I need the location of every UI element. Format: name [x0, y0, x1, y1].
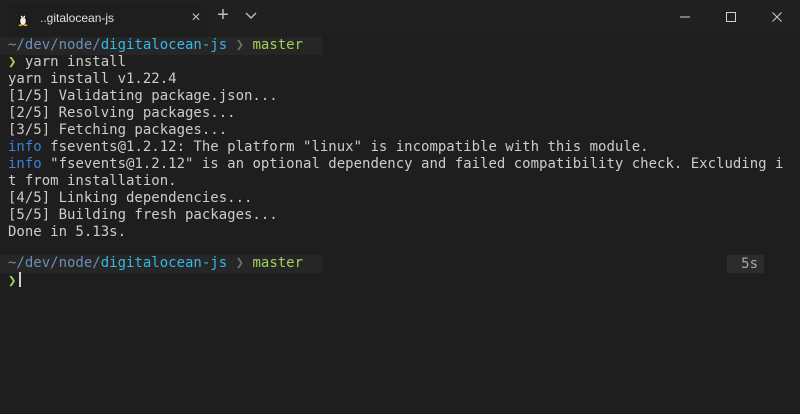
info-label: info: [8, 156, 42, 172]
linux-tux-icon: [18, 14, 28, 26]
prompt-branch: master: [252, 37, 304, 53]
prompt-separator: ❯: [235, 255, 245, 271]
info-message: fsevents@1.2.12: The platform "linux" is…: [50, 139, 649, 155]
prompt-path: ~/dev/node/: [8, 37, 101, 53]
text-cursor: [19, 272, 22, 287]
new-tab-button[interactable]: +: [214, 5, 232, 25]
tab-title: ..gitalocean-js: [40, 11, 115, 25]
prompt-line: ~/dev/node/digitalocean-js ❯ master: [8, 37, 303, 54]
terminal-output[interactable]: ~/dev/node/digitalocean-js ❯ master ❯ ya…: [0, 34, 800, 414]
output-line: [5/5] Building fresh packages...: [8, 207, 278, 223]
maximize-icon: [726, 12, 736, 22]
output-line: [4/5] Linking dependencies...: [8, 190, 253, 206]
prompt-repo: digitalocean-js: [100, 255, 228, 271]
close-icon[interactable]: ×: [188, 10, 204, 26]
output-line: yarn install v1.22.4: [8, 71, 177, 87]
prompt-line: ~/dev/node/digitalocean-js ❯ master: [8, 255, 303, 272]
command-text: yarn install: [24, 54, 127, 70]
output-line-info: info "fsevents@1.2.12" is an optional de…: [8, 156, 783, 173]
minimize-button[interactable]: [662, 0, 708, 34]
minimize-icon: [680, 16, 690, 18]
output-line-info: info fsevents@1.2.12: The platform "linu…: [8, 139, 649, 156]
prompt-chevron: ❯: [8, 54, 17, 70]
prompt-chevron: ❯: [8, 273, 17, 289]
prompt-branch: master: [252, 255, 304, 271]
chevron-down-icon[interactable]: [242, 6, 260, 24]
terminal-window: ..gitalocean-js × + ~/dev/node/digitaloc…: [0, 0, 800, 414]
prompt-repo: digitalocean-js: [100, 37, 228, 53]
input-line[interactable]: ❯: [8, 272, 22, 289]
title-bar: ..gitalocean-js × +: [0, 0, 800, 34]
output-line: t from installation.: [8, 173, 177, 189]
close-window-icon: [772, 12, 782, 22]
output-line: [2/5] Resolving packages...: [8, 105, 236, 121]
prompt-separator: ❯: [235, 37, 245, 53]
close-window-button[interactable]: [754, 0, 800, 34]
info-label: info: [8, 139, 42, 155]
command-line: ❯ yarn install: [8, 54, 126, 71]
duration-badge: 5s: [727, 255, 764, 273]
info-message: "fsevents@1.2.12" is an optional depende…: [50, 156, 784, 172]
output-line: [1/5] Validating package.json...: [8, 88, 278, 104]
maximize-button[interactable]: [708, 0, 754, 34]
prompt-path: ~/dev/node/: [8, 255, 101, 271]
output-line: [3/5] Fetching packages...: [8, 122, 228, 138]
tab-active[interactable]: ..gitalocean-js ×: [6, 4, 206, 34]
output-line: Done in 5.13s.: [8, 224, 127, 240]
